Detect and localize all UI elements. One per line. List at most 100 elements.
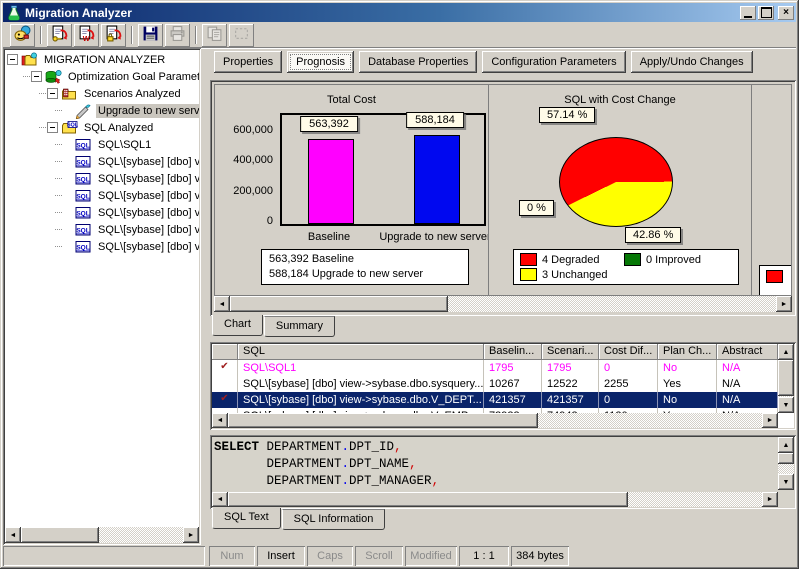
wizard-button[interactable]	[10, 24, 35, 47]
chart-title: SQL with Cost Change	[489, 94, 751, 106]
tree-item-label: SQL\[sybase] [dbo] v	[96, 189, 199, 203]
scroll-right-button[interactable]: ►	[762, 413, 778, 428]
scroll-thumb[interactable]	[778, 453, 794, 464]
tree-item-label: SQL\[sybase] [dbo] v	[96, 155, 199, 169]
export-report-query-button[interactable]	[101, 24, 126, 47]
tree-item-optimization-goal-parameter[interactable]: Optimization Goal Parameter	[5, 68, 199, 85]
export-report-key-button[interactable]	[47, 24, 72, 47]
bar-value-label: 588,184	[406, 112, 464, 128]
tree-item-sql-sybase-dbo-v[interactable]: SQLSQL\[sybase] [dbo] v	[5, 170, 199, 187]
tree-item-scenarios-analyzed[interactable]: Scenarios Analyzed	[5, 85, 199, 102]
tree-item-sql-sql1[interactable]: SQL SQL\SQL1	[5, 136, 199, 153]
scroll-up-button[interactable]: ▲	[778, 344, 794, 360]
copy-button[interactable]	[202, 24, 227, 47]
table-row[interactable]: ✔SQL\SQL1179517950NoN/A	[212, 360, 778, 376]
print-button[interactable]	[165, 24, 190, 47]
view-button-properties[interactable]: Properties	[214, 51, 282, 73]
sql-text-line: DEPARTMENT.DPT_NAME,	[214, 456, 776, 473]
scroll-thumb[interactable]	[228, 413, 538, 428]
table-vscrollbar[interactable]: ▲ ▼	[778, 344, 794, 413]
tree-item-sql-sybase-dbo-v[interactable]: SQLSQL\[sybase] [dbo] v	[5, 238, 199, 255]
export-report-word-button[interactable]: W	[74, 24, 99, 47]
scroll-left-button[interactable]: ◄	[212, 492, 228, 507]
scroll-right-button[interactable]: ►	[762, 492, 778, 507]
view-button-prognosis[interactable]: Prognosis	[287, 51, 354, 73]
tree-item-sql-sybase-dbo-v[interactable]: SQLSQL\[sybase] [dbo] v	[5, 221, 199, 238]
table-hscrollbar[interactable]: ◄ ►	[212, 413, 778, 428]
scroll-left-button[interactable]: ◄	[5, 527, 21, 543]
legend-swatch-0-improved	[624, 253, 641, 266]
svg-text:SQL: SQL	[76, 142, 89, 149]
tree-item-sql-analyzed[interactable]: SQLSQL Analyzed	[5, 119, 199, 136]
y-axis-tick-label: 0	[215, 215, 273, 227]
tree-item-sql-sybase-dbo-v[interactable]: SQLSQL\[sybase] [dbo] v	[5, 187, 199, 204]
view-button-apply-undo-changes[interactable]: Apply/Undo Changes	[631, 51, 753, 73]
column-header-sql[interactable]: SQL	[238, 344, 484, 360]
sql-vscrollbar[interactable]: ▲ ▼	[778, 437, 794, 490]
row-check-cell: ✔	[212, 360, 238, 376]
column-header-baselin[interactable]: Baselin...	[484, 344, 542, 360]
column-header-cost-dif[interactable]: Cost Dif...	[599, 344, 658, 360]
status-scroll: Scroll	[355, 546, 403, 566]
status-modified: Modified	[405, 546, 457, 566]
cell-cost-dif: 0	[599, 360, 658, 376]
column-header-scenari[interactable]: Scenari...	[542, 344, 599, 360]
panel-splitter[interactable]	[201, 48, 210, 545]
maximize-button[interactable]	[758, 6, 774, 20]
table-row[interactable]: ✔SQL\[sybase] [dbo] view->sybase.dbo.V_D…	[212, 392, 778, 408]
tree-expand-toggle[interactable]	[31, 71, 42, 82]
scroll-thumb[interactable]	[228, 492, 628, 507]
chart-title: Total Cost	[215, 94, 488, 106]
scroll-left-button[interactable]: ◄	[212, 413, 228, 428]
scroll-right-button[interactable]: ►	[183, 527, 199, 543]
next-chart-panel-partial	[752, 85, 791, 295]
column-header-plan-ch[interactable]: Plan Ch...	[658, 344, 717, 360]
sql-view-tab-sql-text[interactable]: SQL Text	[212, 508, 281, 529]
tree-item-label: SQL\SQL1	[96, 138, 153, 152]
close-button[interactable]: ×	[778, 6, 794, 20]
tree-item-sql-sybase-dbo-v[interactable]: SQLSQL\[sybase] [dbo] v	[5, 204, 199, 221]
view-button-database-properties[interactable]: Database Properties	[359, 51, 477, 73]
tree-hscrollbar[interactable]: ◄ ►	[5, 527, 199, 543]
tree-item-label: Optimization Goal Parameter	[66, 70, 199, 84]
tree-item-migration-analyzer[interactable]: MIGRATION ANALYZER	[5, 51, 199, 68]
scroll-down-button[interactable]: ▼	[778, 474, 794, 490]
y-axis-tick-label: 400,000	[215, 154, 273, 166]
charts-hscrollbar[interactable]: ◄ ►	[214, 296, 792, 312]
sql-text-editor[interactable]: SELECT DEPARTMENT.DPT_ID, DEPARTMENT.DPT…	[214, 439, 776, 490]
partial-legend-box	[759, 265, 791, 295]
sql-hscrollbar[interactable]: ◄ ►	[212, 492, 778, 507]
save-button[interactable]	[138, 24, 163, 47]
tree-item-sql-sybase-dbo-v[interactable]: SQLSQL\[sybase] [dbo] v	[5, 153, 199, 170]
tree-expand-toggle[interactable]	[47, 88, 58, 99]
chart-view-tab-chart[interactable]: Chart	[212, 315, 263, 336]
tree-expand-toggle[interactable]	[47, 122, 58, 133]
scroll-right-button[interactable]: ►	[776, 296, 792, 312]
chart-view-tab-summary[interactable]: Summary	[264, 316, 335, 337]
column-header-abstract[interactable]: Abstract	[717, 344, 778, 360]
cell-plan-ch: Yes	[658, 376, 717, 392]
scroll-thumb[interactable]	[778, 360, 794, 396]
row-check-cell	[212, 376, 238, 392]
table-row[interactable]: SQL\[sybase] [dbo] view->sybase.dbo.sysq…	[212, 376, 778, 392]
document-export-key-icon	[51, 25, 68, 45]
tree-item-upgrade-to-new-serve[interactable]: Upgrade to new serve	[5, 102, 199, 119]
sql-view-tab-sql-information[interactable]: SQL Information	[282, 509, 386, 530]
tree-expand-toggle[interactable]	[7, 54, 18, 65]
select-button[interactable]	[229, 24, 254, 47]
view-button-configuration-parameters[interactable]: Configuration Parameters	[482, 51, 625, 73]
chart-tab-strip: ChartSummary	[212, 316, 336, 337]
scroll-thumb[interactable]	[21, 527, 99, 543]
column-header-check[interactable]	[212, 344, 238, 360]
scroll-left-button[interactable]: ◄	[214, 296, 230, 312]
bar-chart-legend: 563,392 Baseline588,184 Upgrade to new s…	[261, 249, 469, 285]
view-button-row: PropertiesPrognosisDatabase PropertiesCo…	[214, 51, 753, 75]
tree-item-label: Scenarios Analyzed	[82, 87, 183, 101]
scroll-down-button[interactable]: ▼	[778, 397, 794, 413]
status-num: Num	[209, 546, 255, 566]
x-axis-label: Upgrade to new server	[379, 231, 489, 243]
scroll-thumb[interactable]	[230, 296, 448, 312]
minimize-button[interactable]	[740, 6, 756, 20]
scroll-up-button[interactable]: ▲	[778, 437, 794, 453]
analyzer-root-icon	[21, 52, 39, 68]
